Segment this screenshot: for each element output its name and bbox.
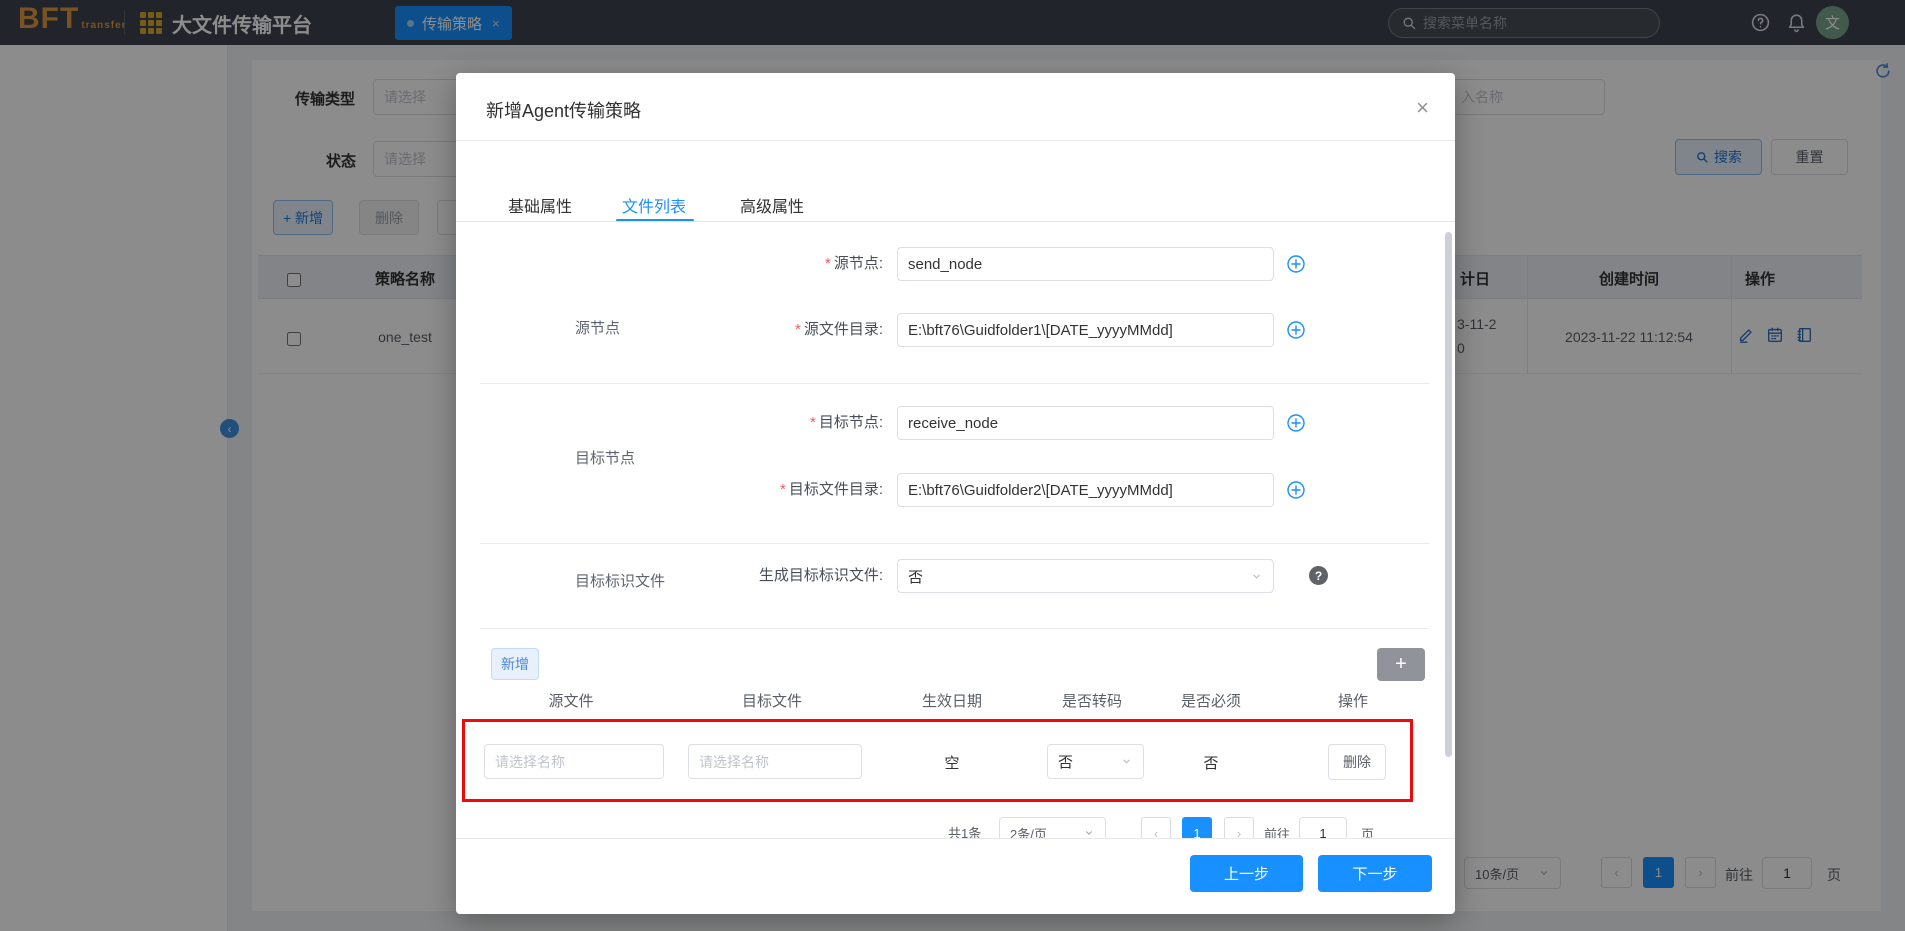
question-circle-icon[interactable]: ? [1309, 566, 1328, 585]
source-node-label: *源节点: [706, 247, 883, 281]
modal-header-divider [456, 140, 1455, 141]
col-transcode: 是否转码 [1042, 690, 1142, 711]
app-root: BFTtransfer 大文件传输平台 传输策略 × 搜索菜单名称 文 大屏展示… [0, 0, 1905, 931]
section-divider [480, 628, 1430, 629]
plus-circle-icon[interactable] [1286, 320, 1306, 340]
target-node-label: *目标节点: [706, 406, 883, 440]
section-divider [480, 383, 1430, 384]
next-step-button[interactable]: 下一步 [1318, 855, 1432, 892]
tab-basic-properties[interactable]: 基础属性 [508, 193, 572, 221]
prev-step-button[interactable]: 上一步 [1190, 855, 1303, 892]
chevron-down-icon [1250, 570, 1263, 583]
modal-goto-page-input[interactable] [1299, 817, 1347, 838]
flag-select-label: 生成目标标识文件: [706, 559, 883, 593]
total-count-label: 共1条 [948, 823, 981, 838]
col-target-file: 目标文件 [712, 690, 832, 711]
annotation-highlight-box [462, 719, 1413, 802]
tab-file-list[interactable]: 文件列表 [622, 193, 686, 221]
col-required: 是否必须 [1161, 690, 1261, 711]
plus-circle-icon[interactable] [1286, 413, 1306, 433]
col-source-file: 源文件 [511, 690, 631, 711]
modal-next-page-button[interactable]: › [1224, 817, 1254, 838]
target-group-label: 目标节点 [575, 447, 635, 468]
section-divider [480, 543, 1430, 544]
col-effective-date: 生效日期 [892, 690, 1012, 711]
modal-page-unit-label: 页 [1361, 824, 1374, 838]
target-dir-label: *目标文件目录: [706, 473, 883, 507]
modal-page-size-select[interactable]: 2条/页 [999, 817, 1106, 838]
chevron-down-icon [1083, 827, 1095, 838]
tab-advanced-properties[interactable]: 高级属性 [740, 193, 804, 221]
source-dir-label: *源文件目录: [706, 313, 883, 347]
modal-goto-label: 前往 [1264, 824, 1290, 838]
source-dir-input[interactable] [897, 313, 1274, 347]
add-file-row-button[interactable]: 新增 [491, 648, 539, 680]
target-dir-input[interactable] [897, 473, 1274, 507]
modal-footer-divider [456, 838, 1455, 839]
col-operation: 操作 [1313, 690, 1393, 711]
flag-group-label: 目标标识文件 [575, 570, 665, 591]
plus-circle-icon[interactable] [1286, 254, 1306, 274]
target-node-input[interactable] [897, 406, 1274, 440]
expand-plus-button[interactable]: + [1377, 648, 1425, 681]
modal-title: 新增Agent传输策略 [486, 97, 641, 123]
source-group-label: 源节点 [575, 317, 620, 338]
modal-prev-page-button[interactable]: ‹ [1141, 817, 1171, 838]
close-icon[interactable]: × [1416, 95, 1429, 121]
generate-flag-select[interactable]: 否 [897, 559, 1274, 593]
modal-scrollbar-thumb[interactable] [1445, 232, 1452, 757]
modal-page-number-current[interactable]: 1 [1182, 817, 1212, 838]
plus-circle-icon[interactable] [1286, 480, 1306, 500]
source-node-input[interactable] [897, 247, 1274, 281]
